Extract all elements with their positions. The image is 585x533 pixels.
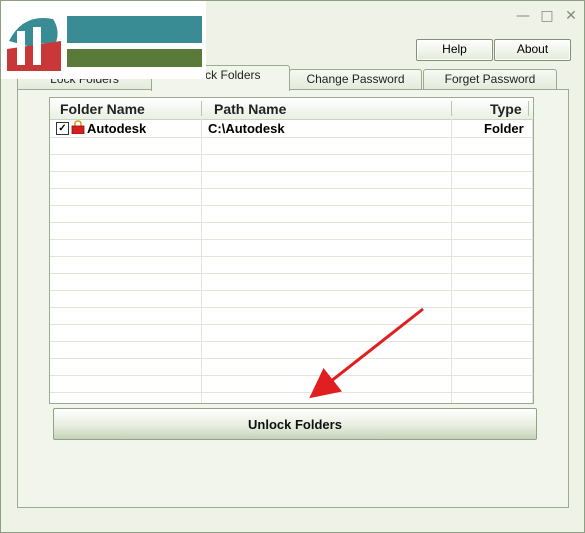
folder-name-cell: Autodesk (87, 121, 147, 136)
grid-line (50, 256, 533, 257)
app-window: — □ ✕ Help About Lock Folders Unlock Fol… (0, 0, 585, 533)
maximize-icon[interactable]: □ (539, 8, 555, 24)
column-folder-name[interactable]: Folder Name (60, 100, 145, 118)
grid-line (50, 358, 533, 359)
list-header: Folder Name Path Name Type (50, 98, 533, 120)
minimize-icon[interactable]: — (515, 8, 531, 24)
tab-forget-password[interactable]: Forget Password (423, 69, 557, 90)
grid-line (50, 239, 533, 240)
grid-line (50, 205, 533, 206)
path-name-cell: C:\Autodesk (208, 121, 285, 136)
type-cell: Folder (484, 121, 524, 136)
row-checkbox[interactable]: ✓ (56, 122, 69, 135)
grid-line (50, 307, 533, 308)
grid-line (50, 154, 533, 155)
grid-line (50, 222, 533, 223)
column-type[interactable]: Type (490, 100, 522, 118)
grid-line (50, 171, 533, 172)
column-divider[interactable] (201, 101, 202, 116)
grid-line (50, 188, 533, 189)
about-button[interactable]: About (494, 39, 571, 61)
grid-line (50, 375, 533, 376)
grid-line (50, 290, 533, 291)
unlock-folders-button[interactable]: Unlock Folders (53, 408, 537, 440)
grid-line (201, 119, 202, 403)
help-button[interactable]: Help (416, 39, 493, 61)
column-divider[interactable] (528, 101, 529, 116)
grid-line (50, 392, 533, 393)
grid-line (50, 137, 533, 138)
close-icon[interactable]: ✕ (563, 8, 579, 24)
arrow-annotation (309, 307, 424, 399)
column-path-name[interactable]: Path Name (214, 100, 286, 118)
grid-line (50, 341, 533, 342)
folder-list[interactable]: Folder Name Path Name Type ✓ Autodesk C:… (49, 97, 534, 404)
lock-icon (71, 120, 85, 135)
grid-line (50, 324, 533, 325)
table-row[interactable]: ✓ Autodesk C:\Autodesk Folder (50, 120, 533, 137)
grid-line (532, 119, 533, 403)
grid-line (451, 119, 452, 403)
tab-change-password[interactable]: Change Password (289, 69, 422, 90)
grid-line (50, 273, 533, 274)
watermark-logo (1, 1, 206, 79)
column-divider[interactable] (451, 101, 452, 116)
